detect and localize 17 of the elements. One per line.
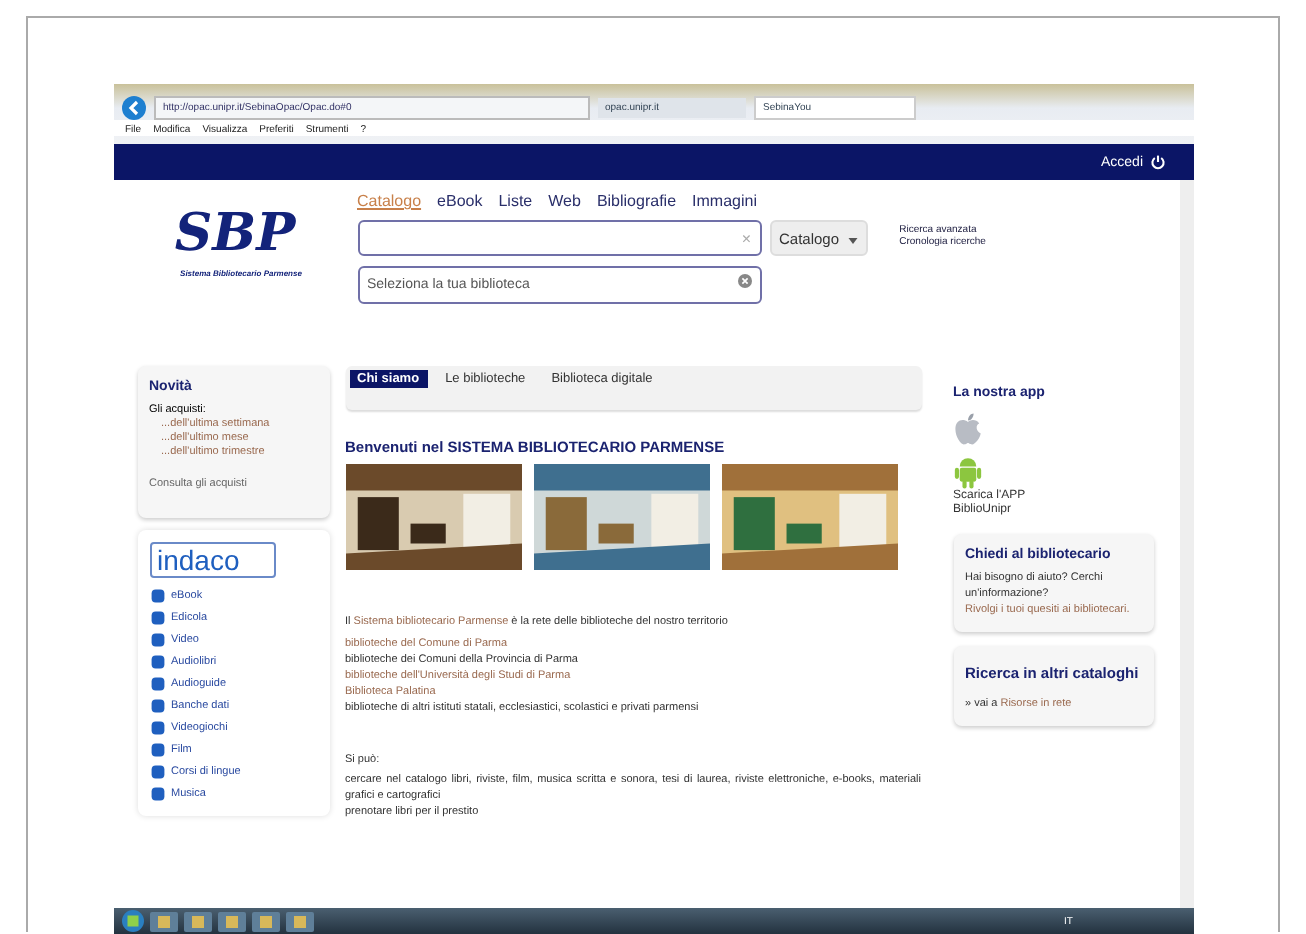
- back-icon[interactable]: [121, 96, 145, 120]
- power-icon: [1149, 154, 1165, 170]
- search-tab[interactable]: Web: [548, 192, 581, 210]
- clear-icon[interactable]: [737, 274, 751, 288]
- caret-icon: [847, 237, 858, 243]
- taskbar-app-icon[interactable]: [251, 911, 279, 931]
- search-tab[interactable]: Bibliografie: [596, 192, 677, 210]
- indaco-logo: indaco: [149, 542, 275, 578]
- taskbar-app-icon[interactable]: [217, 911, 245, 931]
- search-tab[interactable]: Immagini: [692, 192, 757, 210]
- taskbar-app-icon[interactable]: [183, 911, 211, 931]
- logo: SBP: [172, 204, 298, 264]
- taskbar-app-icon[interactable]: [285, 911, 313, 931]
- search-tab[interactable]: Liste: [498, 192, 533, 210]
- search-tab[interactable]: eBook: [437, 192, 483, 210]
- taskbar-app-icon[interactable]: [149, 911, 177, 931]
- start-icon[interactable]: [121, 910, 143, 932]
